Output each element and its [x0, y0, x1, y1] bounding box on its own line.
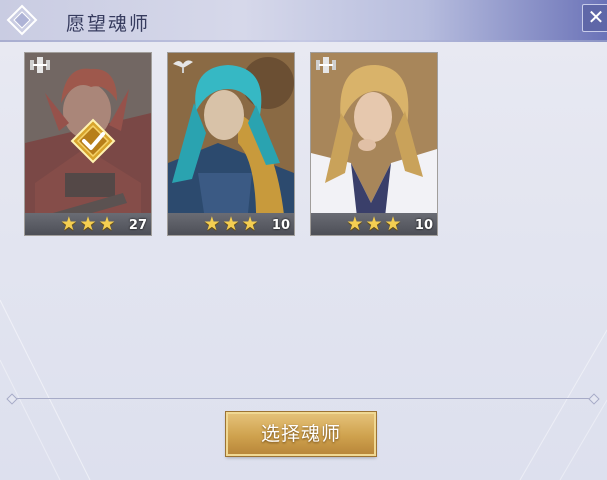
soul-master-card-2[interactable]: ★ ★ ★ 10: [167, 52, 295, 236]
star-icon: ★: [60, 213, 78, 235]
star-icon: ★: [346, 213, 364, 235]
close-button[interactable]: ✕: [582, 4, 607, 32]
window-title: 愿望魂师: [66, 13, 151, 35]
bird-class-icon: [173, 60, 193, 73]
level-value: 27: [128, 218, 147, 233]
title-diamond-icon: [6, 4, 38, 36]
star-icon: ★: [98, 213, 116, 235]
tower-class-icon: [316, 57, 336, 73]
title-bar: 愿望魂师: [0, 0, 607, 42]
star-icon: ★: [203, 213, 221, 235]
star-icon: ★: [222, 213, 240, 235]
divider-ornament: [6, 393, 18, 405]
divider-line: [10, 398, 597, 399]
level-value: 10: [414, 218, 433, 233]
star-icon: ★: [365, 213, 383, 235]
level-value: 10: [271, 218, 290, 233]
select-button-label: 选择魂师: [260, 423, 341, 445]
character-portrait: [311, 53, 437, 235]
soul-master-card-3[interactable]: ★ ★ ★ 10: [310, 52, 438, 236]
soul-master-card-1[interactable]: ★ ★ ★ 27: [24, 52, 152, 236]
star-icon: ★: [384, 213, 402, 235]
star-icon: ★: [241, 213, 259, 235]
star-icon: ★: [79, 213, 97, 235]
title-bar-underline: [0, 40, 607, 42]
select-soul-master-button[interactable]: 选择魂师: [226, 412, 376, 456]
character-portrait: [168, 53, 294, 235]
check-icon: [70, 118, 116, 164]
divider-ornament: [588, 393, 600, 405]
tower-class-icon: [30, 57, 50, 73]
wish-soul-master-panel: 愿望魂师 ✕ ★ ★ ★ 27 ★ ★ ★ 10 ★ ★ ★ 10 选择魂师: [0, 0, 607, 480]
